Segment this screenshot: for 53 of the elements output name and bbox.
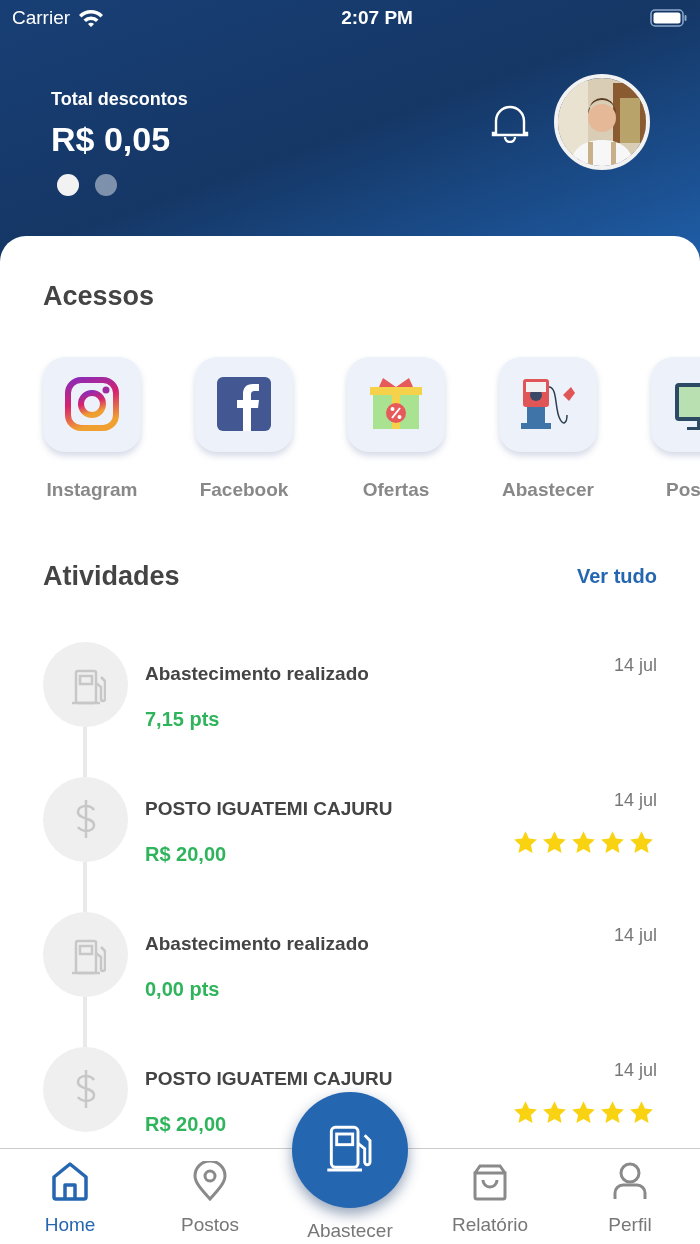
star-icon [629,1099,654,1124]
activity-value: 0,00 pts [145,977,221,1002]
shortcut-tile[interactable] [499,356,597,452]
wifi-icon [78,8,105,28]
battery-icon [650,8,688,28]
star-icon [542,829,567,854]
star-icon [513,829,538,854]
clock-text: 2:07 PM [341,5,413,30]
star-icon [513,1099,538,1124]
section-title: Atividades [43,560,180,593]
activity-date: 14 jul [613,923,657,947]
shortcut-label: Abastecer [501,477,595,502]
shortcut-label: Facebook [198,477,290,502]
tab-item[interactable]: Relatório [420,1149,560,1244]
gift-icon [369,377,423,431]
activity-title: Abastecimento realizado [145,931,370,956]
facebook-icon [217,377,271,431]
tab-item[interactable]: Postos [140,1149,280,1244]
star-icon [600,1099,625,1124]
star-icon [629,829,654,854]
instagram-icon [65,377,119,431]
carrier-text: Carrier [12,5,71,30]
home-icon [50,1161,90,1203]
activity-date: 14 jul [613,788,657,812]
activity-value: R$ 20,00 [145,842,228,867]
activity-title: POSTO IGUATEMI CAJURU [145,796,394,821]
see-all-link[interactable]: Ver tudo [577,561,657,592]
total-label: Total descontos [51,88,188,111]
activity-title: Abastecimento realizado [145,661,370,686]
shortcut-tile[interactable] [347,356,445,452]
star-icon [600,829,625,854]
shortcut-tile[interactable] [43,356,141,452]
activity-date: 14 jul [613,1058,657,1082]
activity-value: R$ 20,00 [145,1112,228,1137]
total-amount: R$ 0,05 [51,121,172,159]
fuel-pump-icon [521,377,575,431]
shortcut-label: Pos [665,477,700,502]
tab-item[interactable]: Abastecer [280,1217,420,1244]
shortcut-label: Instagram [45,477,139,502]
activity-title: POSTO IGUATEMI CAJURU [145,1066,394,1091]
shortcut-tile[interactable] [195,356,293,452]
fuel-action-button[interactable] [292,1092,408,1208]
star-icon [571,829,596,854]
tab-item[interactable]: Perfil [560,1149,700,1244]
tab-item[interactable]: Home [0,1149,140,1244]
page-dot[interactable] [95,174,117,197]
star-icon [542,1099,567,1124]
activity-value: 7,15 pts [145,707,221,732]
section-title: Acessos [42,280,156,313]
page-dot[interactable] [57,174,79,197]
shortcut-label: Ofertas [361,477,431,502]
activity-date: 14 jul [613,653,657,677]
star-icon [571,1099,596,1124]
